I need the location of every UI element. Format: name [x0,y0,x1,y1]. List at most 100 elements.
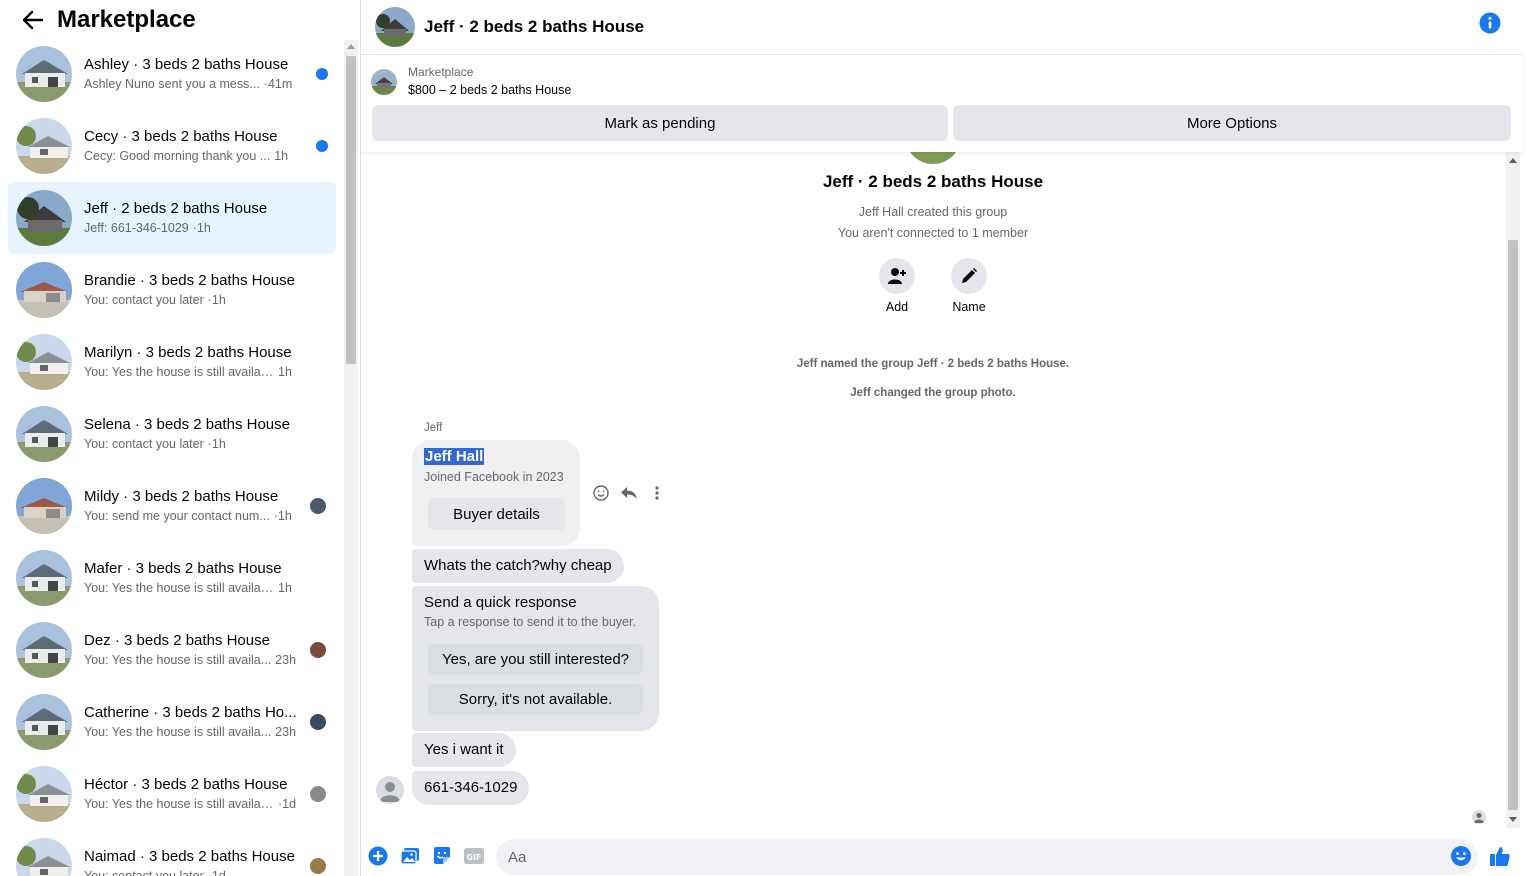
conversation-time: 1h [274,149,289,163]
scroll-up-arrow-icon[interactable] [347,44,355,49]
conversation-name: Dez · 3 beds 2 baths House [84,632,270,649]
conversation-avatar [16,550,72,606]
buyer-profile-card: Jeff Hall Joined Facebook in 2023 Buyer … [412,440,580,546]
message-composer: GIF [361,836,1529,876]
name-label: Name [952,300,986,314]
sender-avatar[interactable] [376,776,404,804]
listing-thumbnail [371,69,397,95]
conversation-list: Ashley · 3 beds 2 baths House Ashley Nuno… [8,38,336,876]
messenger-app: Marketplace Ashley · 3 beds 2 baths Hous… [0,0,1529,876]
photo-icon[interactable] [398,844,422,868]
more-options-button[interactable]: More Options [953,105,1511,141]
sidebar-title: Marketplace [57,6,196,33]
unread-dot [316,140,328,152]
group-title: Jeff · 2 beds 2 baths House [822,172,1044,191]
info-icon[interactable] [1479,12,1501,34]
conversation-name: Marilyn · 3 beds 2 baths House [84,344,292,361]
buyer-name[interactable]: Jeff Hall [424,448,485,465]
react-smiley-icon[interactable] [592,484,610,502]
scrollbar-thumb[interactable] [1508,240,1518,810]
buyer-details-button[interactable]: Buyer details [428,498,565,530]
conversation-snippet: You: Yes the house is still availa... [84,653,272,667]
emoji-icon[interactable] [1449,844,1473,868]
chat-title: Jeff · 2 beds 2 baths House [424,17,645,36]
conversation-snippet: You: Yes the house is still available f.… [84,365,274,379]
conversation-name: Cecy · 3 beds 2 baths House [84,128,278,145]
conversation-item[interactable]: Dez · 3 beds 2 baths House You: Yes the h… [8,614,336,686]
conversation-avatar [16,46,72,102]
conversation-avatar [16,262,72,318]
conversation-item[interactable]: Naimad · 3 beds 2 baths House You: contac… [8,830,336,876]
add-label: Add [885,300,909,314]
sidebar: Marketplace Ashley · 3 beds 2 baths Hous… [0,0,361,876]
scroll-down-arrow-icon[interactable] [1509,817,1517,822]
sticker-icon[interactable] [430,844,454,868]
conversation-time: 1h [278,581,292,595]
conversation-name: Héctor · 3 beds 2 baths House [84,776,288,793]
conversation-name: Selena · 3 beds 2 baths House [84,416,290,433]
message-bubble[interactable]: Yes i want it [412,733,516,767]
conversation-snippet: You: Yes the house is still available f.… [84,581,274,595]
conversation-item[interactable]: Brandie · 3 beds 2 baths House You: conta… [8,254,336,326]
conversation-name: Catherine · 3 beds 2 baths Ho... [84,704,297,721]
seen-indicator-avatar [1472,810,1486,824]
conversation-item[interactable]: Selena · 3 beds 2 baths House You: contac… [8,398,336,470]
conversation-item[interactable]: Catherine · 3 beds 2 baths Ho... You: Yes… [8,686,336,758]
conversation-name: Brandie · 3 beds 2 baths House [84,272,295,289]
back-arrow-icon[interactable] [21,8,45,32]
conversation-snippet: You: Yes the house is still availa... [84,725,272,739]
message-thread: Jeff · 2 beds 2 baths House Jeff Hall cr… [361,152,1505,832]
chat-avatar[interactable] [375,7,415,47]
message-bubble[interactable]: Whats the catch?why cheap [412,549,624,583]
name-group-button[interactable]: Name [944,258,994,314]
quick-response-interested-button[interactable]: Yes, are you still interested? [428,644,643,675]
mark-as-pending-button[interactable]: Mark as pending [372,105,948,141]
conversation-avatar [16,766,72,822]
message-bubble[interactable]: 661-346-1029 [412,771,530,805]
conversation-item[interactable]: Jeff · 2 beds 2 baths House Jeff: 661-346… [8,182,336,254]
conversation-item[interactable]: Mildy · 3 beds 2 baths House You: send me… [8,470,336,542]
chat-scrollbar[interactable] [1506,152,1520,828]
conversation-snippet: You: contact you later [84,869,204,876]
conversation-item[interactable]: Mafer · 3 beds 2 baths House You: Yes the… [8,542,336,614]
marketplace-listing-bar: Marketplace $800 – 2 beds 2 baths House … [361,56,1523,152]
conversation-time: 23h [275,725,297,739]
conversation-time: ·1h [192,221,211,235]
conversation-item[interactable]: Cecy · 3 beds 2 baths House Cecy: Good mo… [8,110,336,182]
quick-response-card: Send a quick response Tap a response to … [412,586,659,731]
more-vertical-icon[interactable] [648,484,666,502]
reply-icon[interactable] [620,484,638,502]
chat-panel: Jeff · 2 beds 2 baths House Marketplace … [361,0,1529,876]
conversation-avatar [16,406,72,462]
sidebar-header: Marketplace [0,0,360,40]
conversation-item[interactable]: Héctor · 3 beds 2 baths House You: Yes th… [8,758,336,830]
seen-avatar [310,786,326,802]
conversation-name: Ashley · 3 beds 2 baths House [84,56,289,73]
add-member-button[interactable]: Add [872,258,922,314]
conversation-avatar [16,622,72,678]
conversation-avatar [16,478,72,534]
message-actions [592,484,666,502]
gif-icon[interactable]: GIF [462,844,486,868]
sender-name: Jeff [424,422,443,434]
conversation-snippet: You: send me your contact num... [84,509,270,523]
conversation-item[interactable]: Marilyn · 3 beds 2 baths House You: Yes t… [8,326,336,398]
conversation-avatar [16,118,72,174]
message-input[interactable] [496,839,1478,875]
thumbs-up-icon[interactable] [1488,844,1512,868]
conversation-name: Jeff · 2 beds 2 baths House [84,200,268,217]
conversation-name: Naimad · 3 beds 2 baths House [84,848,295,865]
conversation-snippet: You: Yes the house is still availab... [84,797,274,811]
conversation-item[interactable]: Ashley · 3 beds 2 baths House Ashley Nuno… [8,38,336,110]
conversation-time: ·1h [273,509,292,523]
listing-info[interactable]: Marketplace $800 – 2 beds 2 baths House [371,64,571,100]
conversation-avatar [16,838,72,876]
quick-response-unavailable-button[interactable]: Sorry, it's not available. [428,684,643,715]
sidebar-scrollbar[interactable] [344,40,358,876]
system-message-named: Jeff named the group Jeff · 2 beds 2 bat… [796,358,1070,370]
plus-circle-icon[interactable] [366,844,390,868]
marketplace-label: Marketplace [408,65,474,79]
scroll-up-arrow-icon[interactable] [1509,158,1517,163]
scrollbar-thumb[interactable] [346,56,356,364]
add-person-icon [888,268,906,284]
